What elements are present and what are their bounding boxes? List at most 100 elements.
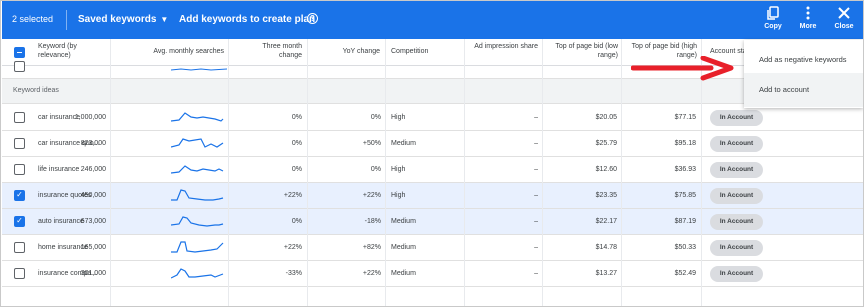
three-month-cell: 0% (291, 218, 302, 225)
three-month-cell: +22% (283, 244, 302, 251)
add-keywords-button[interactable]: Add keywords to create plan (179, 14, 315, 25)
copy-button[interactable]: Copy (758, 6, 788, 30)
impression-share-cell: – (534, 114, 538, 121)
bid-low-cell: $20.05 (595, 114, 617, 121)
select-all-checkbox[interactable] (14, 47, 25, 58)
impression-share-cell: – (534, 140, 538, 147)
column-divider (621, 39, 622, 306)
row-checkbox[interactable] (14, 112, 25, 123)
table-row[interactable]: insurance compa... 301,000 -33% +22% Medium –… (2, 261, 863, 287)
table-row[interactable]: ✓ insurance quotes 450,000 +22% +22% High – $23… (2, 183, 863, 209)
avg-searches-cell: 165,000 (80, 244, 106, 251)
competition-cell: Medium (391, 270, 416, 277)
competition-cell: Medium (391, 244, 416, 251)
col-three-month-change[interactable]: Three month change (242, 43, 302, 60)
row-checkbox[interactable]: ✓ (14, 190, 25, 201)
status-badge: In Account (710, 110, 763, 126)
avg-searches-cell: 450,000 (80, 192, 106, 199)
col-avg-monthly-searches[interactable]: Avg. monthly searches (114, 48, 224, 57)
more-menu: Add as negative keywords Add to account (744, 40, 863, 108)
bid-high-cell: $50.33 (674, 244, 696, 251)
table-row[interactable]: car insurance 1,000,000 0% 0% High – $20.05 $77… (2, 105, 863, 131)
impression-share-cell: – (534, 192, 538, 199)
add-to-account-item[interactable]: Add to account (744, 73, 863, 107)
yoy-cell: 0% (370, 114, 381, 121)
competition-cell: Medium (391, 140, 416, 147)
competition-cell: High (391, 192, 406, 199)
three-month-cell: +22% (283, 192, 302, 199)
row-checkbox[interactable] (14, 242, 25, 253)
more-button[interactable]: More (793, 6, 823, 30)
column-divider (542, 39, 543, 306)
close-button[interactable]: Close (829, 6, 859, 30)
yoy-cell: +22% (362, 270, 381, 277)
three-month-cell: 0% (291, 166, 302, 173)
status-badge: In Account (710, 162, 763, 178)
trend-sparkline (171, 241, 224, 253)
yoy-cell: +82% (362, 244, 381, 251)
column-divider (228, 39, 229, 306)
avg-searches-cell: 823,000 (80, 140, 106, 147)
table-row[interactable]: life insurance 246,000 0% 0% High – $12.60 $36.… (2, 157, 863, 183)
row-checkbox[interactable] (14, 268, 25, 279)
impression-share-cell: – (534, 166, 538, 173)
bid-low-cell: $12.60 (595, 166, 617, 173)
col-bid-low[interactable]: Top of page bid (low range) (550, 43, 618, 60)
yoy-cell: -18% (364, 218, 381, 225)
three-month-cell: 0% (291, 114, 302, 121)
trend-sparkline (171, 165, 224, 174)
competition-cell: Medium (391, 218, 416, 225)
col-yoy-change[interactable]: YoY change (320, 48, 380, 57)
impression-share-cell: – (534, 270, 538, 277)
bid-high-cell: $95.18 (674, 140, 696, 147)
caret-down-icon: ▼ (160, 15, 169, 24)
trend-sparkline (171, 138, 224, 148)
trend-sparkline (171, 68, 227, 71)
more-label: More (799, 23, 817, 30)
section-label: Keyword ideas (13, 87, 59, 94)
table-row[interactable]: home insurance 165,000 +22% +82% Medium – $14.… (2, 235, 863, 261)
trend-sparkline (171, 189, 224, 201)
saved-keywords-label: Saved keywords (78, 14, 157, 25)
bid-low-cell: $23.35 (595, 192, 617, 199)
bid-low-cell: $25.79 (595, 140, 617, 147)
competition-cell: High (391, 166, 406, 173)
close-label: Close (834, 23, 854, 30)
avg-searches-cell: 1,000,000 (74, 114, 106, 121)
bid-low-cell: $22.17 (595, 218, 617, 225)
column-divider (110, 39, 111, 306)
col-ad-impression-share[interactable]: Ad impression share (472, 43, 538, 52)
bid-high-cell: $87.19 (674, 218, 696, 225)
table-row[interactable]: ✓ auto insurance 673,000 0% -18% Medium – $22.1… (2, 209, 863, 235)
competition-cell: High (391, 114, 406, 121)
saved-keywords-dropdown[interactable]: Saved keywords ▼ (78, 14, 168, 25)
bid-high-cell: $75.85 (674, 192, 696, 199)
column-divider (307, 39, 308, 306)
more-vert-icon (793, 6, 823, 23)
col-competition[interactable]: Competition (391, 48, 428, 57)
close-icon (829, 6, 859, 23)
row-checkbox[interactable]: ✓ (14, 216, 25, 227)
bid-high-cell: $77.15 (674, 114, 696, 121)
selected-count: 2 selected (12, 14, 54, 24)
trend-sparkline (171, 268, 224, 279)
bid-low-cell: $14.78 (595, 244, 617, 251)
toolbar-divider (66, 10, 67, 30)
copy-label: Copy (764, 23, 782, 30)
add-negative-keywords-item[interactable]: Add as negative keywords (744, 43, 863, 77)
trend-sparkline (171, 112, 224, 122)
row-checkbox[interactable] (14, 164, 25, 175)
three-month-cell: -33% (285, 270, 302, 277)
help-icon[interactable]: ? (307, 13, 318, 24)
yoy-cell: 0% (370, 166, 381, 173)
annotation-arrow (631, 56, 734, 81)
row-checkbox[interactable] (14, 138, 25, 149)
bid-high-cell: $52.49 (674, 270, 696, 277)
avg-searches-cell: 246,000 (80, 166, 106, 173)
impression-share-cell: – (534, 244, 538, 251)
status-badge: In Account (710, 188, 763, 204)
col-keyword[interactable]: Keyword (by relevance) (38, 43, 108, 60)
row-checkbox[interactable] (14, 61, 25, 72)
column-divider (385, 39, 386, 306)
table-row[interactable]: car insurance quo... 823,000 0% +50% Medium –… (2, 131, 863, 157)
